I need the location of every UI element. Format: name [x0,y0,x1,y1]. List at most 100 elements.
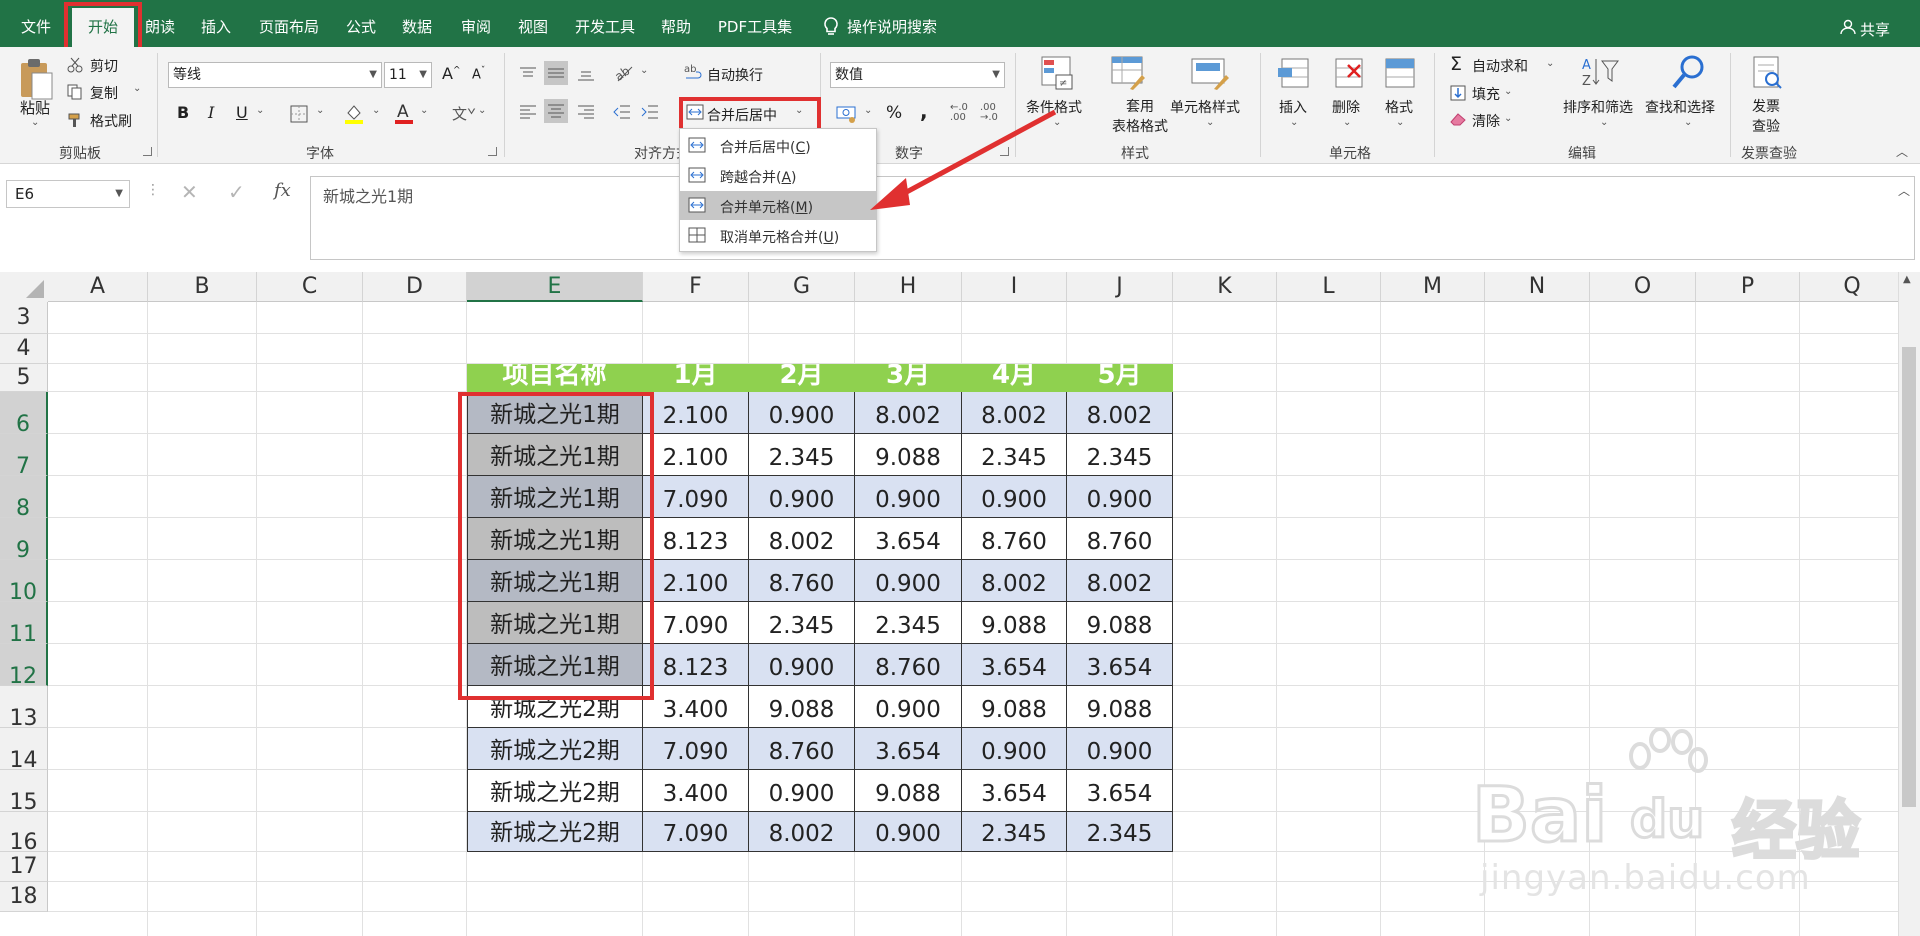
paste-icon[interactable] [18,57,54,101]
table-header-cell[interactable]: 项目名称 [467,364,643,392]
value-cell[interactable]: 8.002 [855,392,962,434]
value-cell[interactable]: 8.002 [749,812,855,852]
invoice-check-icon[interactable] [1750,55,1784,91]
value-cell[interactable]: 3.400 [643,770,749,812]
italic-button[interactable]: I [208,103,214,122]
row-header-7[interactable]: 7 [0,434,48,479]
value-cell[interactable]: 8.123 [643,518,749,560]
collapse-ribbon-icon[interactable]: ︿ [1896,143,1908,160]
row-header-15[interactable]: 15 [0,770,48,815]
row-header-4[interactable]: 4 [0,334,48,364]
value-cell[interactable]: 0.900 [1067,476,1173,518]
tab-6[interactable]: 数据 [395,0,439,47]
value-cell[interactable]: 8.002 [749,518,855,560]
row-header-5[interactable]: 5 [0,364,48,392]
value-cell[interactable]: 8.002 [1067,392,1173,434]
value-cell[interactable]: 2.345 [749,434,855,476]
find-select-icon[interactable] [1670,53,1706,91]
scissors-icon[interactable] [67,57,83,73]
paste-button[interactable]: 粘贴 [20,97,50,118]
format-cells-button[interactable]: 格式 [1385,97,1413,117]
scroll-up-icon[interactable]: ▲ [1903,274,1911,285]
cell-styles-dropdown-icon[interactable]: ⌄ [1206,117,1214,128]
autosum-dropdown-icon[interactable]: ⌄ [1546,58,1554,69]
decrease-font-icon[interactable]: Aˇ [472,66,485,82]
value-cell[interactable]: 8.760 [962,518,1067,560]
value-cell[interactable]: 0.900 [749,392,855,434]
fill-color-dropdown-icon[interactable]: ⌄ [372,105,380,116]
merge-menu-item-1[interactable]: 跨越合并(A) [680,161,876,190]
value-cell[interactable]: 3.654 [1067,770,1173,812]
value-cell[interactable]: 7.090 [643,476,749,518]
fill-button[interactable]: 填充 [1472,84,1500,104]
table-header-cell[interactable]: 1月 [643,364,749,392]
value-cell[interactable]: 2.345 [962,812,1067,852]
format-painter-button[interactable]: 格式刷 [90,111,132,131]
value-cell[interactable]: 9.088 [855,770,962,812]
tab-8[interactable]: 视图 [511,0,555,47]
column-header-q[interactable]: Q [1800,272,1900,302]
tab-9[interactable]: 开发工具 [567,0,643,47]
tab-2[interactable]: 朗读 [138,0,182,47]
value-cell[interactable]: 7.090 [643,728,749,770]
tab-5[interactable]: 公式 [339,0,383,47]
column-header-o[interactable]: O [1590,272,1696,302]
sort-filter-icon[interactable]: AZ [1580,55,1620,91]
copy-icon[interactable] [67,84,83,100]
column-header-c[interactable]: C [257,272,363,302]
find-select-dropdown-icon[interactable]: ⌄ [1684,117,1692,128]
row-header-18[interactable]: 18 [0,882,48,912]
fill-down-icon[interactable] [1450,85,1466,101]
value-cell[interactable]: 3.654 [855,518,962,560]
column-header-n[interactable]: N [1485,272,1590,302]
fill-color-icon[interactable] [344,103,364,125]
value-cell[interactable]: 3.654 [855,728,962,770]
value-cell[interactable]: 2.345 [1067,812,1173,852]
column-header-d[interactable]: D [363,272,467,302]
value-cell[interactable]: 0.900 [749,644,855,686]
increase-font-icon[interactable]: A^ [442,64,461,83]
copy-button[interactable]: 复制 [90,83,118,103]
table-header-cell[interactable]: 3月 [855,364,962,392]
row-header-10[interactable]: 10 [0,560,48,605]
align-bottom-icon[interactable] [576,65,596,83]
paste-dropdown-icon[interactable]: ⌄ [31,117,39,128]
value-cell[interactable]: 9.088 [962,686,1067,728]
row-header-9[interactable]: 9 [0,518,48,563]
sort-filter-dropdown-icon[interactable]: ⌄ [1600,117,1608,128]
table-header-cell[interactable]: 4月 [962,364,1067,392]
column-header-h[interactable]: H [855,272,962,302]
font-color-icon[interactable]: A [394,101,414,125]
row-header-13[interactable]: 13 [0,686,48,731]
delete-cells-dropdown-icon[interactable]: ⌄ [1343,117,1351,128]
value-cell[interactable]: 8.760 [1067,518,1173,560]
cell-styles-button[interactable]: 单元格样式 [1170,97,1240,117]
invoice-check-button[interactable]: 发票 查验 [1752,97,1780,137]
cancel-icon[interactable]: ✕ [181,180,198,204]
column-header-m[interactable]: M [1381,272,1485,302]
find-select-button[interactable]: 查找和选择 [1645,97,1715,117]
project-name-cell[interactable]: 新城之光2期 [467,728,643,770]
value-cell[interactable]: 8.002 [962,560,1067,602]
value-cell[interactable]: 8.760 [749,560,855,602]
value-cell[interactable]: 9.088 [855,434,962,476]
share-button[interactable]: 共享 [1860,19,1890,40]
merge-menu-item-2[interactable]: 合并单元格(M) [680,191,876,220]
row-header-6[interactable]: 6 [0,392,48,437]
value-cell[interactable]: 0.900 [855,686,962,728]
value-cell[interactable]: 0.900 [749,476,855,518]
align-center-icon[interactable] [544,99,568,123]
conditional-format-icon[interactable]: ≠ [1040,55,1076,91]
value-cell[interactable]: 0.900 [855,812,962,852]
tab-7[interactable]: 审阅 [454,0,498,47]
row-header-8[interactable]: 8 [0,476,48,521]
sort-filter-button[interactable]: 排序和筛选 [1563,97,1633,117]
expand-formula-bar-icon[interactable]: ︿ [1898,182,1910,199]
insert-cells-button[interactable]: 插入 [1279,97,1307,117]
phonetic-dropdown-icon[interactable]: ⌄ [478,105,486,116]
column-header-p[interactable]: P [1696,272,1800,302]
value-cell[interactable]: 0.900 [962,476,1067,518]
table-format-dropdown-icon[interactable]: ⌄ [1157,117,1165,128]
table-header-cell[interactable]: 5月 [1067,364,1173,392]
fill-dropdown-icon[interactable]: ⌄ [1504,86,1512,97]
